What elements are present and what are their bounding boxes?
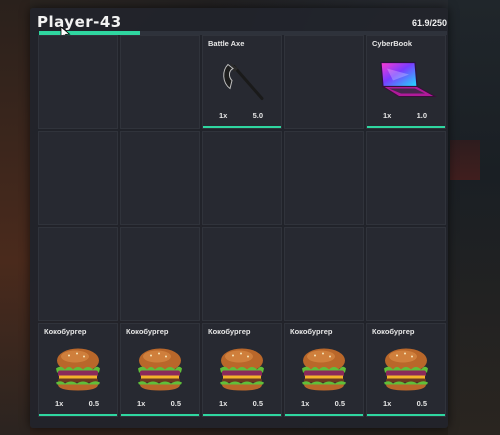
- item-name: Battle Axe: [208, 39, 245, 48]
- inventory-slot-item[interactable]: Battle Axe 1x 5.0: [202, 35, 282, 129]
- item-weight: 0.5: [88, 399, 99, 408]
- item-weight: 0.5: [334, 399, 345, 408]
- inventory-slot-item[interactable]: Кокобургер 1x 0.5: [38, 323, 118, 417]
- inventory-slot-item[interactable]: Кокобургер 1x 0.5: [120, 323, 200, 417]
- item-name: CyberBook: [372, 39, 413, 48]
- item-quantity: 1x: [55, 399, 64, 408]
- inventory-slot-empty[interactable]: [284, 227, 364, 321]
- inventory-slot-empty[interactable]: [38, 227, 118, 321]
- inventory-slot-empty[interactable]: [38, 35, 118, 129]
- inventory-grid: Battle Axe 1x 5.0 CyberBook 1x 1.0 Кокобурге…: [38, 35, 446, 417]
- weight-readout: 61.9/250: [411, 18, 447, 28]
- inventory-slot-empty[interactable]: [202, 131, 282, 225]
- item-name: Кокобургер: [126, 327, 169, 336]
- item-durability-bar: [121, 414, 199, 416]
- item-quantity: 1x: [219, 111, 228, 120]
- inventory-slot-empty[interactable]: [202, 227, 282, 321]
- item-weight: 0.5: [170, 399, 181, 408]
- background-detail: [450, 140, 480, 180]
- item-quantity: 1x: [137, 399, 146, 408]
- item-name: Кокобургер: [44, 327, 87, 336]
- inventory-slot-empty[interactable]: [120, 227, 200, 321]
- item-durability-bar: [367, 126, 445, 128]
- burger-icon: [381, 346, 431, 397]
- item-quantity: 1x: [383, 399, 392, 408]
- burger-icon: [53, 346, 103, 397]
- background-scene-right: [448, 0, 500, 435]
- player-name: Player-43: [37, 13, 122, 31]
- inventory-slot-item[interactable]: Кокобургер 1x 0.5: [284, 323, 364, 417]
- item-durability-bar: [203, 414, 281, 416]
- item-quantity: 1x: [301, 399, 310, 408]
- inventory-slot-empty[interactable]: [284, 35, 364, 129]
- inventory-slot-empty[interactable]: [366, 131, 446, 225]
- inventory-slot-empty[interactable]: [366, 227, 446, 321]
- inventory-slot-empty[interactable]: [38, 131, 118, 225]
- item-weight: 5.0: [252, 111, 263, 120]
- inventory-slot-item[interactable]: Кокобургер 1x 0.5: [366, 323, 446, 417]
- inventory-slot-empty[interactable]: [284, 131, 364, 225]
- burger-icon: [217, 346, 267, 397]
- item-quantity: 1x: [219, 399, 228, 408]
- item-weight: 0.5: [252, 399, 263, 408]
- inventory-slot-empty[interactable]: [120, 35, 200, 129]
- item-durability-bar: [203, 126, 281, 128]
- burger-icon: [135, 346, 185, 397]
- laptop-icon: [373, 60, 439, 107]
- item-weight: 1.0: [416, 111, 427, 120]
- item-name: Кокобургер: [208, 327, 251, 336]
- item-durability-bar: [367, 414, 445, 416]
- inventory-slot-item[interactable]: CyberBook 1x 1.0: [366, 35, 446, 129]
- item-durability-bar: [285, 414, 363, 416]
- item-weight: 0.5: [416, 399, 427, 408]
- burger-icon: [299, 346, 349, 397]
- background-scene-left: [0, 0, 30, 435]
- inventory-slot-item[interactable]: Кокобургер 1x 0.5: [202, 323, 282, 417]
- item-name: Кокобургер: [290, 327, 333, 336]
- item-name: Кокобургер: [372, 327, 415, 336]
- inventory-slot-empty[interactable]: [120, 131, 200, 225]
- item-quantity: 1x: [383, 111, 392, 120]
- item-durability-bar: [39, 414, 117, 416]
- battle-axe-icon: [216, 60, 268, 107]
